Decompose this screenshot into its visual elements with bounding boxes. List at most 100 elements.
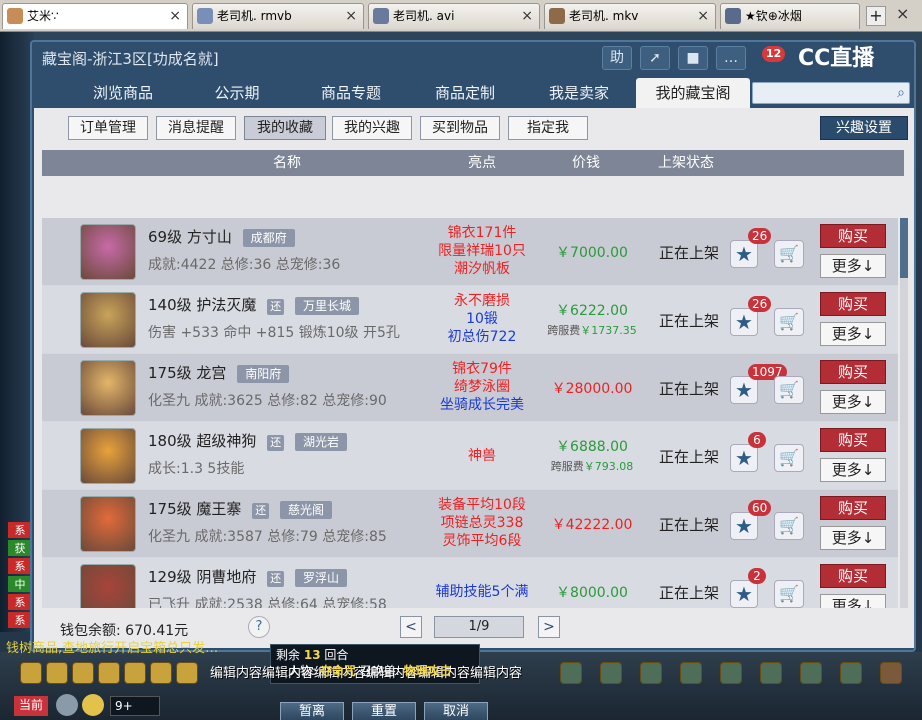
listing-title[interactable]: 69级 方寸山 成都府 [148, 226, 295, 247]
arrow-down-icon[interactable] [72, 662, 94, 684]
favorite-star-icon[interactable]: ★ [730, 580, 758, 608]
more-button[interactable]: 更多↓ [820, 458, 886, 482]
browser-tab-2[interactable]: 老司机. avi × [368, 3, 540, 29]
listing-title[interactable]: 175级 龙宫 南阳府 [148, 362, 290, 383]
cart-icon[interactable]: 🛒 [774, 580, 804, 608]
tab-custom[interactable]: 商品定制 [408, 78, 522, 108]
cart-icon[interactable]: 🛒 [774, 240, 804, 268]
skill-icon[interactable] [720, 662, 742, 684]
cancel-button[interactable]: 取消 [424, 702, 488, 720]
buy-button[interactable]: 购买 [820, 292, 886, 316]
chat-icon[interactable] [176, 662, 198, 684]
help-button[interactable]: 助 [602, 46, 632, 70]
skill-icon[interactable] [560, 662, 582, 684]
arrow-right-icon[interactable] [98, 662, 120, 684]
table-row[interactable]: 140级 护法灭魔 还 万里长城 伤害 +533 命中 +815 锻炼10级 开… [42, 286, 898, 354]
character-avatar[interactable] [80, 292, 136, 348]
more-button[interactable]: 更多↓ [820, 390, 886, 414]
scrollbar-thumb[interactable] [900, 218, 908, 278]
table-row[interactable]: 180级 超级神狗 还 湖光岩 成长:1.3 5技能 神兽 ￥6888.00 跨… [42, 422, 898, 490]
cc-live-badge[interactable]: 12 CC直播 [762, 42, 914, 78]
listing-title[interactable]: 129级 阴曹地府 还 罗浮山 [148, 566, 348, 587]
skill-icon[interactable] [800, 662, 822, 684]
cart-icon[interactable]: 🛒 [774, 376, 804, 404]
browser-tab-3[interactable]: 老司机. mkv × [544, 3, 716, 29]
table-row[interactable]: 175级 龙宫 南阳府 化圣九 成就:3625 总修:82 总宠修:90 锦衣7… [42, 354, 898, 422]
skill-icon[interactable] [840, 662, 862, 684]
character-avatar[interactable] [80, 496, 136, 552]
cart-icon[interactable]: 🛒 [774, 512, 804, 540]
favorite-star-icon[interactable]: ★ [730, 512, 758, 540]
cart-icon[interactable]: 🛒 [774, 308, 804, 336]
buy-button[interactable]: 购买 [820, 428, 886, 452]
character-avatar[interactable] [80, 428, 136, 484]
subtab-orders[interactable]: 订单管理 [68, 116, 148, 140]
subtab-messages[interactable]: 消息提醒 [156, 116, 236, 140]
browser-tab-4[interactable]: ★钦⊕冰烟 [720, 3, 860, 29]
microphone-icon[interactable] [56, 694, 78, 716]
chat-input[interactable]: 9+ [110, 696, 160, 716]
tab-browse[interactable]: 浏览商品 [66, 78, 180, 108]
pause-button[interactable]: 暂离 [280, 702, 344, 720]
new-tab-button[interactable]: + [866, 6, 886, 26]
interest-settings-button[interactable]: 兴趣设置 [820, 116, 908, 140]
listing-level: 175级 [148, 364, 192, 382]
search-icon[interactable]: ⌕ [897, 85, 905, 101]
favorite-star-icon[interactable]: ★ [730, 376, 758, 404]
more-button[interactable]: 更多↓ [820, 254, 886, 278]
subtab-bought[interactable]: 买到物品 [420, 116, 500, 140]
buy-button[interactable]: 购买 [820, 564, 886, 588]
table-row[interactable]: 175级 魔王寨 还 慈光阁 化圣九 成就:3587 总修:79 总宠修:85 … [42, 490, 898, 558]
skill-icon[interactable] [640, 662, 662, 684]
more-button[interactable]: 更多↓ [820, 322, 886, 346]
close-icon[interactable]: × [697, 4, 709, 28]
listing-title[interactable]: 140级 护法灭魔 还 万里长城 [148, 294, 360, 315]
tab-topics[interactable]: 商品专题 [294, 78, 408, 108]
subtab-interests[interactable]: 我的兴趣 [332, 116, 412, 140]
favorite-star-icon[interactable]: ★ [730, 308, 758, 336]
chat-icon[interactable]: … [716, 46, 746, 70]
arrow-left-icon[interactable] [20, 662, 42, 684]
close-icon[interactable]: × [169, 4, 181, 28]
listing-title[interactable]: 180级 超级神狗 还 湖光岩 [148, 430, 348, 451]
skill-icon[interactable] [680, 662, 702, 684]
prev-page-button[interactable]: < [400, 616, 422, 638]
search-input[interactable]: ⌕ [752, 82, 910, 104]
character-avatar[interactable] [80, 224, 136, 280]
zoom-icon[interactable] [124, 662, 146, 684]
stop-icon[interactable]: ■ [678, 46, 708, 70]
house-icon[interactable] [880, 662, 902, 684]
buy-button[interactable]: 购买 [820, 496, 886, 520]
browser-tab-0[interactable]: 艾米∵ × [2, 3, 188, 29]
friend-icon[interactable] [150, 662, 172, 684]
buy-button[interactable]: 购买 [820, 224, 886, 248]
listing-title[interactable]: 175级 魔王寨 还 慈光阁 [148, 498, 333, 519]
share-icon[interactable]: ➚ [640, 46, 670, 70]
emoji-icon[interactable] [82, 694, 104, 716]
listing-price: ￥42222.00 [551, 517, 633, 533]
buy-button[interactable]: 购买 [820, 360, 886, 384]
close-icon[interactable]: × [345, 4, 357, 28]
favorite-star-icon[interactable]: ★ [730, 444, 758, 472]
table-row[interactable]: 69级 方寸山 成都府 成就:4422 总修:36 总宠修:36 锦衣171件限… [42, 218, 898, 286]
cart-icon[interactable]: 🛒 [774, 444, 804, 472]
tab-seller[interactable]: 我是卖家 [522, 78, 636, 108]
favorite-star-icon[interactable]: ★ [730, 240, 758, 268]
close-icon[interactable]: × [896, 4, 909, 23]
tab-public[interactable]: 公示期 [180, 78, 294, 108]
close-icon[interactable]: × [521, 4, 533, 28]
next-page-button[interactable]: > [538, 616, 560, 638]
subtab-assigned[interactable]: 指定我 [508, 116, 588, 140]
character-avatar[interactable] [80, 360, 136, 416]
skill-icon[interactable] [760, 662, 782, 684]
window-title: 藏宝阁-浙江3区[功成名就] [42, 50, 219, 68]
more-button[interactable]: 更多↓ [820, 526, 886, 550]
arrow-up-icon[interactable] [46, 662, 68, 684]
tab-my-pavilion[interactable]: 我的藏宝阁 [636, 78, 750, 108]
reset-button[interactable]: 重置 [352, 702, 416, 720]
subtab-favorites[interactable]: 我的收藏 [244, 116, 326, 140]
browser-tab-1[interactable]: 老司机. rmvb × [192, 3, 364, 29]
current-channel-button[interactable]: 当前 [14, 696, 48, 716]
skill-icon[interactable] [600, 662, 622, 684]
help-icon[interactable]: ? [248, 616, 270, 638]
